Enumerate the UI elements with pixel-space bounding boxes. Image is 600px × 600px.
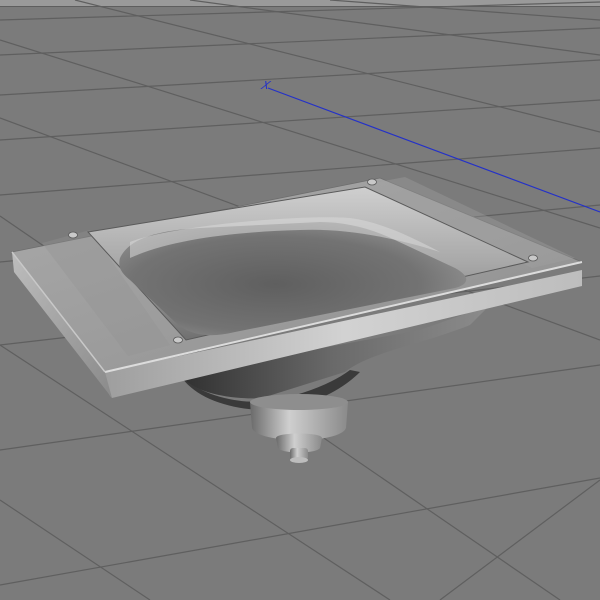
screw-icon: [68, 231, 78, 239]
3d-viewport[interactable]: X: [0, 0, 600, 600]
screw-icon: [367, 178, 377, 186]
viewport-scene: [0, 0, 600, 600]
drain-fitting: [250, 394, 348, 463]
screw-icon: [173, 336, 183, 344]
screw-icon: [528, 254, 538, 262]
